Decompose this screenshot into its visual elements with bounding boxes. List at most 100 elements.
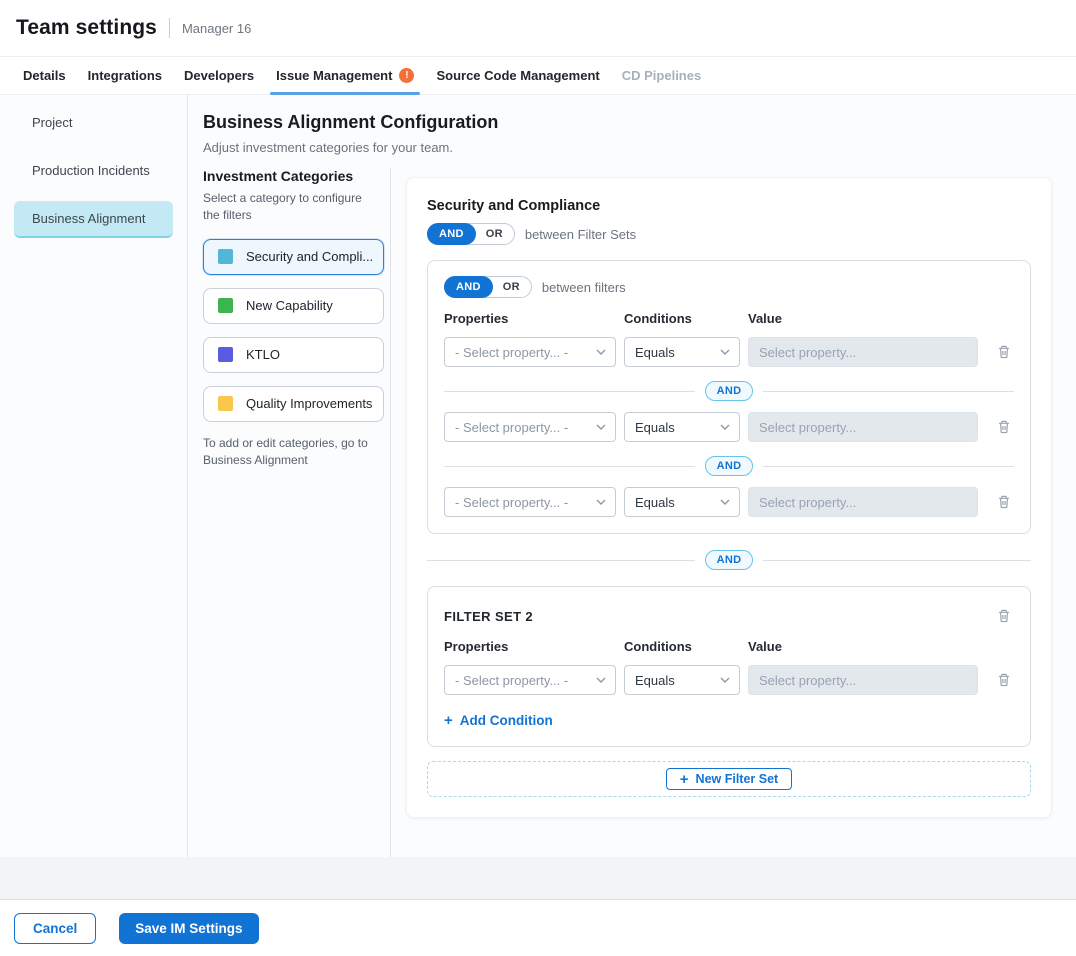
filter-row: - Select property... - Equals (444, 412, 1014, 442)
save-im-settings-button[interactable]: Save IM Settings (119, 913, 258, 944)
filter-set-2-title: FILTER SET 2 (444, 609, 533, 624)
filter-set-2-header: FILTER SET 2 (444, 606, 1014, 626)
config-subtitle: Adjust investment categories for your te… (203, 140, 1052, 155)
chevron-down-icon (720, 424, 730, 430)
chevron-down-icon (720, 349, 730, 355)
category-label: Security and Compli... (246, 249, 373, 264)
config-title: Business Alignment Configuration (203, 112, 1052, 133)
filter-row: - Select property... - Equals (444, 487, 1014, 517)
category-security-and-compliance[interactable]: Security and Compli... (203, 239, 384, 275)
footer-spacer (0, 857, 1076, 900)
tab-issue-management[interactable]: Issue Management ! (265, 57, 425, 94)
chevron-down-icon (596, 424, 606, 430)
category-ktlo[interactable]: KTLO (203, 337, 384, 373)
filter-set-connector: AND (427, 550, 1031, 570)
tab-bar: Details Integrations Developers Issue Ma… (0, 57, 1076, 95)
category-quality-improvements[interactable]: Quality Improvements (203, 386, 384, 422)
trash-icon (996, 344, 1012, 360)
and-option[interactable]: AND (427, 223, 476, 245)
tab-details[interactable]: Details (12, 57, 77, 94)
category-new-capability[interactable]: New Capability (203, 288, 384, 324)
filters-operator-row: AND OR between filters (444, 276, 1014, 298)
category-label: Quality Improvements (246, 396, 372, 411)
tab-source-code-management[interactable]: Source Code Management (425, 57, 610, 94)
sidebar-item-production-incidents[interactable]: Production Incidents (14, 153, 173, 190)
trash-icon (996, 419, 1012, 435)
property-select[interactable]: - Select property... - (444, 665, 616, 695)
value-input[interactable] (748, 665, 978, 695)
or-option[interactable]: OR (475, 228, 514, 240)
property-select[interactable]: - Select property... - (444, 337, 616, 367)
chevron-down-icon (720, 677, 730, 683)
new-filter-set-button[interactable]: + New Filter Set (666, 768, 792, 790)
cancel-button[interactable]: Cancel (14, 913, 96, 944)
category-list: Security and Compli... New Capability KT… (203, 239, 376, 422)
content-area: Project Production Incidents Business Al… (0, 95, 1076, 857)
filter-column-headers: Properties Conditions Value (444, 311, 1014, 326)
and-connector-pill: AND (705, 381, 754, 401)
and-connector-pill: AND (705, 456, 754, 476)
value-header: Value (748, 311, 1014, 326)
chevron-down-icon (720, 499, 730, 505)
value-input[interactable] (748, 412, 978, 442)
condition-select[interactable]: Equals (624, 412, 740, 442)
delete-filter-button[interactable] (994, 417, 1014, 437)
property-select[interactable]: - Select property... - (444, 487, 616, 517)
condition-select[interactable]: Equals (624, 665, 740, 695)
categories-hint: Select a category to configure the filte… (203, 190, 375, 225)
page-header: Team settings Manager 16 (0, 0, 1076, 57)
sidebar-item-business-alignment[interactable]: Business Alignment (14, 201, 173, 238)
tab-developers[interactable]: Developers (173, 57, 265, 94)
chevron-down-icon (596, 677, 606, 683)
category-color-swatch (218, 347, 233, 362)
new-filter-set-dropzone: + New Filter Set (427, 761, 1031, 797)
manager-label: Manager 16 (182, 21, 251, 36)
filter-row: - Select property... - Equals (444, 337, 1014, 367)
and-or-toggle[interactable]: AND OR (444, 276, 532, 298)
and-option[interactable]: AND (444, 276, 493, 298)
filter-sets-operator-row: AND OR between Filter Sets (427, 223, 1031, 245)
page-title: Team settings (16, 16, 157, 40)
add-condition-button[interactable]: + Add Condition (444, 713, 553, 728)
delete-filter-button[interactable] (994, 670, 1014, 690)
filter-set-2-card: FILTER SET 2 Properties Conditions Value (427, 586, 1031, 747)
filter-configuration-panel: Security and Compliance AND OR between F… (406, 177, 1052, 818)
tab-cd-pipelines: CD Pipelines (611, 57, 712, 94)
properties-header: Properties (444, 639, 624, 654)
filter-row: - Select property... - Equals (444, 665, 1014, 695)
main-body: Investment Categories Select a category … (188, 168, 1076, 857)
delete-filter-set-button[interactable] (994, 606, 1014, 626)
value-header: Value (748, 639, 1014, 654)
filter-set-1-card: AND OR between filters Properties Condit… (427, 260, 1031, 534)
trash-icon (996, 672, 1012, 688)
value-input[interactable] (748, 487, 978, 517)
delete-filter-button[interactable] (994, 342, 1014, 362)
sidebar-item-project[interactable]: Project (14, 105, 173, 142)
filter-column-headers: Properties Conditions Value (444, 639, 1014, 654)
or-option[interactable]: OR (492, 281, 531, 293)
categories-footnote: To add or edit categories, go to Busines… (203, 435, 378, 470)
plus-icon: + (444, 713, 453, 728)
and-or-toggle[interactable]: AND OR (427, 223, 515, 245)
chevron-down-icon (596, 349, 606, 355)
properties-header: Properties (444, 311, 624, 326)
between-filter-sets-label: between Filter Sets (525, 227, 636, 242)
main-header: Business Alignment Configuration Adjust … (188, 95, 1076, 155)
tab-integrations[interactable]: Integrations (77, 57, 173, 94)
selected-category-title: Security and Compliance (427, 198, 1031, 214)
category-color-swatch (218, 396, 233, 411)
condition-select[interactable]: Equals (624, 337, 740, 367)
property-select[interactable]: - Select property... - (444, 412, 616, 442)
warning-badge-icon: ! (399, 68, 414, 83)
trash-icon (996, 608, 1012, 624)
settings-sidebar: Project Production Incidents Business Al… (0, 95, 188, 857)
conditions-header: Conditions (624, 639, 748, 654)
delete-filter-button[interactable] (994, 492, 1014, 512)
plus-icon: + (680, 772, 689, 787)
value-input[interactable] (748, 337, 978, 367)
condition-select[interactable]: Equals (624, 487, 740, 517)
title-divider (169, 18, 170, 38)
categories-title: Investment Categories (203, 168, 376, 184)
and-connector-pill: AND (705, 550, 754, 570)
row-connector: AND (444, 381, 1014, 401)
